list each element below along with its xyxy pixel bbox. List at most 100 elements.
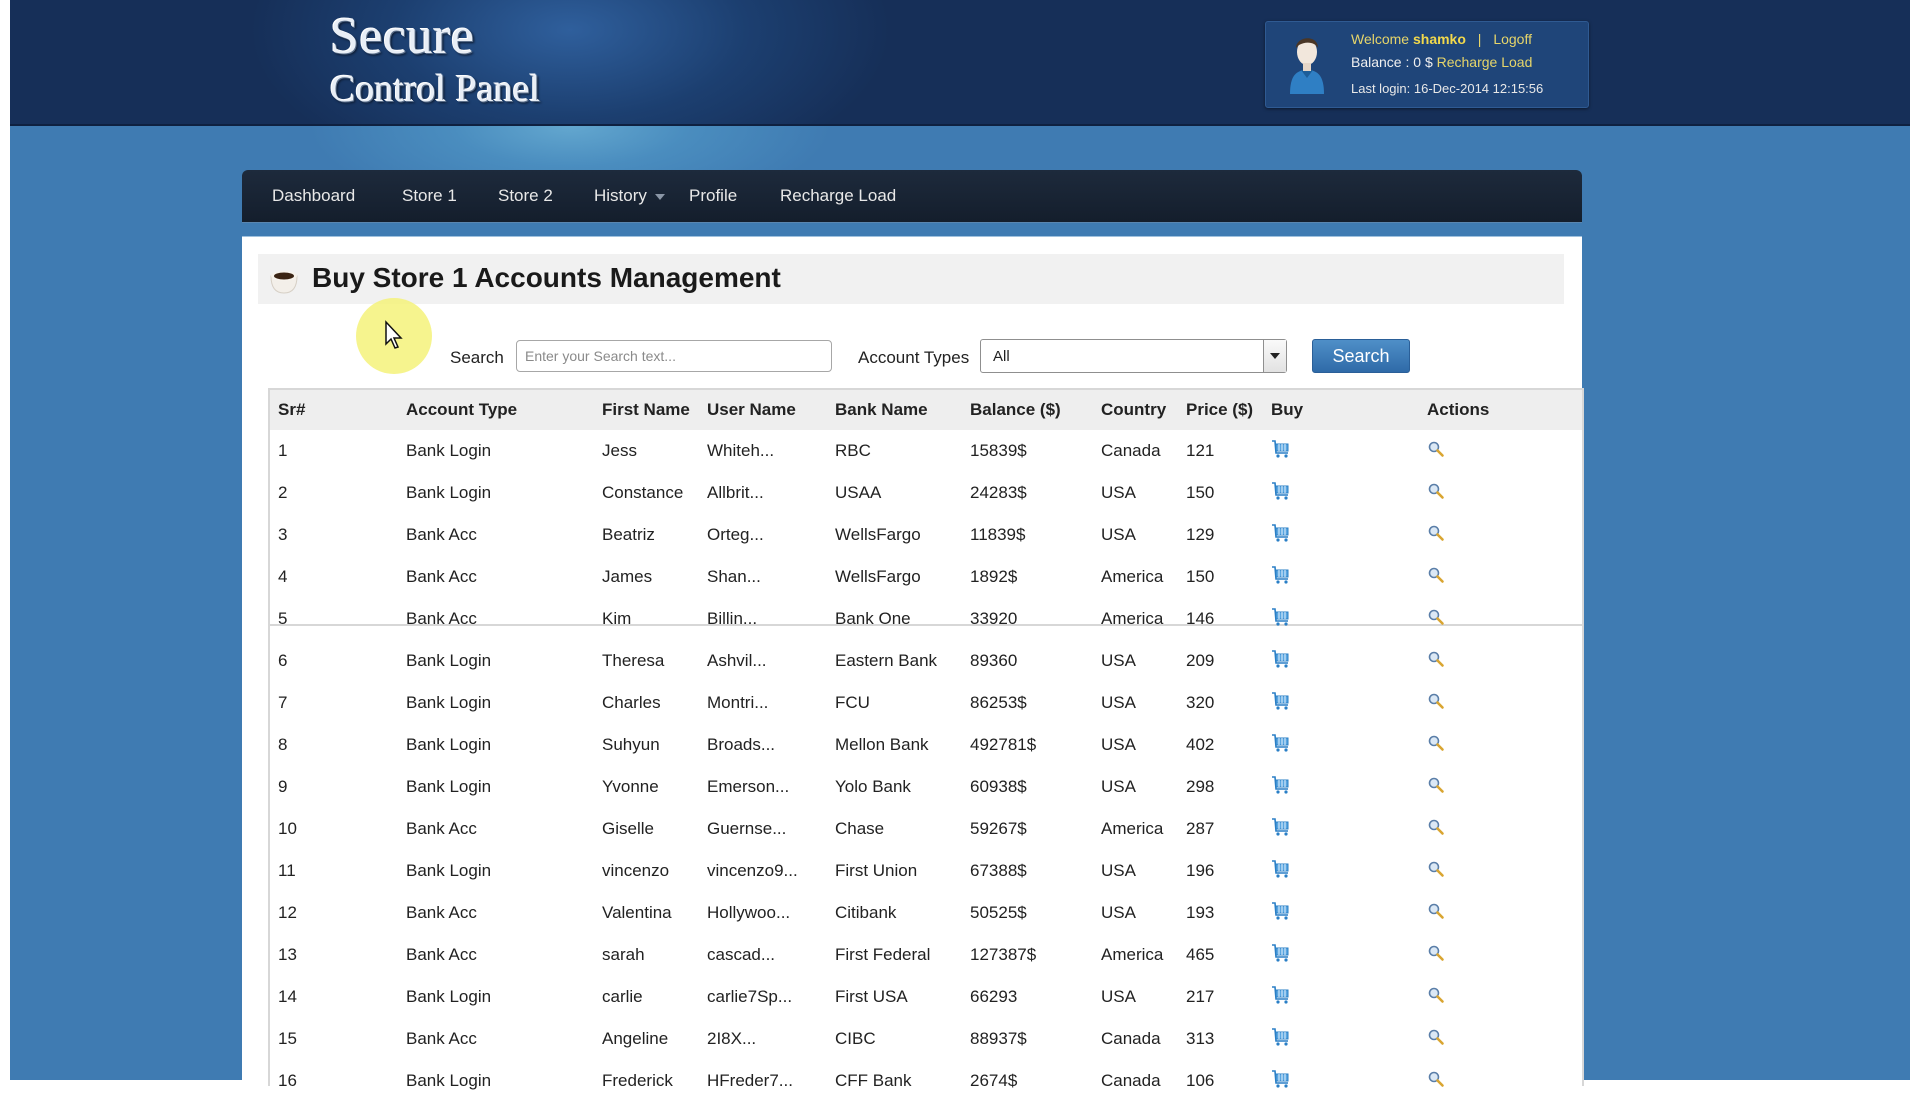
cell-country: Canada [1101,1029,1161,1048]
shopping-cart-icon[interactable] [1271,775,1291,800]
table-row: 11 Bank Login vincenzo vincenzo9... First Un… [270,850,1582,892]
shopping-cart-icon[interactable] [1271,985,1291,1010]
table-row: 2 Bank Login Constance Allbrit... USAA 24283$… [270,472,1582,514]
account-types-value: All [993,348,1010,365]
magnifier-icon[interactable] [1427,1028,1445,1051]
magnifier-icon[interactable] [1427,482,1445,505]
cell-bank-name: First USA [835,987,908,1006]
cell-sr: 8 [278,735,288,754]
cell-user-name: Ashvil... [707,651,767,670]
shopping-cart-icon[interactable] [1271,943,1291,968]
cell-account-type: Bank Acc [406,525,477,544]
shopping-cart-icon[interactable] [1271,523,1291,548]
magnifier-icon[interactable] [1427,524,1445,547]
cell-user-name: Orteg... [707,525,764,544]
column-header: Account Type [398,390,594,430]
column-header: Country [1093,390,1178,430]
cell-sr: 16 [278,1071,297,1090]
shopping-cart-icon[interactable] [1271,607,1291,632]
search-button[interactable]: Search [1312,339,1410,373]
welcome-line: Welcome shamko | Logoff [1351,31,1532,47]
cell-sr: 2 [278,483,288,502]
logo: Secure Control Panel [330,8,540,112]
cell-actions [1419,766,1582,808]
cell-user-name: HFreder7... [707,1071,793,1090]
cell-account-type: Bank Acc [406,819,477,838]
magnifier-icon[interactable] [1427,1070,1445,1093]
cell-bank-name: Citibank [835,903,897,922]
shopping-cart-icon[interactable] [1271,481,1291,506]
search-input[interactable] [516,340,832,372]
cell-sr: 13 [278,945,297,964]
nav-recharge-load[interactable]: Recharge Load [780,170,896,222]
cell-balance: 89360 [970,651,1018,670]
magnifier-icon[interactable] [1427,944,1445,967]
table-row: 3 Bank Acc Beatriz Orteg... WellsFargo 11839$… [270,514,1582,556]
cell-price: 150 [1186,567,1215,586]
cell-bank-name: First Federal [835,945,931,964]
cell-sr: 11 [278,861,296,880]
cell-country: USA [1101,861,1136,880]
column-header: Buy [1263,390,1419,430]
cell-price: 209 [1186,651,1215,670]
cell-country: Canada [1101,1071,1161,1090]
nav-profile[interactable]: Profile [689,170,737,222]
table-row: 5 Bank Acc Kim Billin... Bank One 33920 Americ… [270,598,1582,640]
magnifier-icon[interactable] [1427,860,1445,883]
cell-user-name: 2I8X... [707,1029,757,1048]
cell-balance: 492781$ [970,735,1037,754]
magnifier-icon[interactable] [1427,986,1445,1009]
magnifier-icon[interactable] [1427,818,1445,841]
cell-country: USA [1101,525,1136,544]
cell-account-type: Bank Login [406,483,492,502]
shopping-cart-icon[interactable] [1271,817,1291,842]
accounts-table-frame: Sr# Account Type First Name User Name Bank N… [268,388,1584,1090]
shopping-cart-icon[interactable] [1271,1027,1291,1052]
shopping-cart-icon[interactable] [1271,691,1291,716]
cell-account-type: Bank Login [406,987,492,1006]
magnifier-icon[interactable] [1427,608,1445,631]
nav-store-1[interactable]: Store 1 [402,170,457,222]
logoff-link[interactable]: Logoff [1493,31,1532,47]
cell-bank-name: CIBC [835,1029,876,1048]
cell-user-name: carlie7Sp... [707,987,793,1006]
shopping-cart-icon[interactable] [1271,859,1291,884]
recharge-load-link[interactable]: Recharge Load [1437,54,1533,70]
cell-user-name: Shan... [707,567,761,586]
magnifier-icon[interactable] [1427,776,1445,799]
magnifier-icon[interactable] [1427,734,1445,757]
shopping-cart-icon[interactable] [1271,439,1291,464]
cell-actions [1419,598,1582,640]
cell-buy [1263,430,1419,472]
user-avatar-icon [1290,38,1324,94]
cell-price: 146 [1186,609,1215,628]
cell-balance: 50525$ [970,903,1027,922]
cell-balance: 88937$ [970,1029,1027,1048]
cell-actions [1419,640,1582,682]
magnifier-icon[interactable] [1427,692,1445,715]
nav-store-2[interactable]: Store 2 [498,170,553,222]
nav-history[interactable]: History [594,170,665,222]
nav-history-label: History [594,186,647,205]
cell-sr: 14 [278,987,297,1006]
cell-user-name: Billin... [707,609,758,628]
cell-balance: 33920 [970,609,1018,628]
magnifier-icon[interactable] [1427,902,1445,925]
dropdown-arrow-icon[interactable] [1263,340,1286,372]
cell-buy [1263,976,1419,1018]
cell-first-name: Jess [602,441,637,460]
shopping-cart-icon[interactable] [1271,733,1291,758]
cell-country: USA [1101,483,1136,502]
shopping-cart-icon[interactable] [1271,901,1291,926]
shopping-cart-icon[interactable] [1271,565,1291,590]
column-header: Price ($) [1178,390,1263,430]
nav-dashboard[interactable]: Dashboard [272,170,355,222]
accounts-table-grid: Sr# Account Type First Name User Name Bank N… [270,390,1582,1102]
cell-first-name: Constance [602,483,684,502]
magnifier-icon[interactable] [1427,650,1445,673]
shopping-cart-icon[interactable] [1271,1069,1291,1094]
account-types-select[interactable]: All [980,339,1287,373]
magnifier-icon[interactable] [1427,566,1445,589]
magnifier-icon[interactable] [1427,440,1445,463]
shopping-cart-icon[interactable] [1271,649,1291,674]
